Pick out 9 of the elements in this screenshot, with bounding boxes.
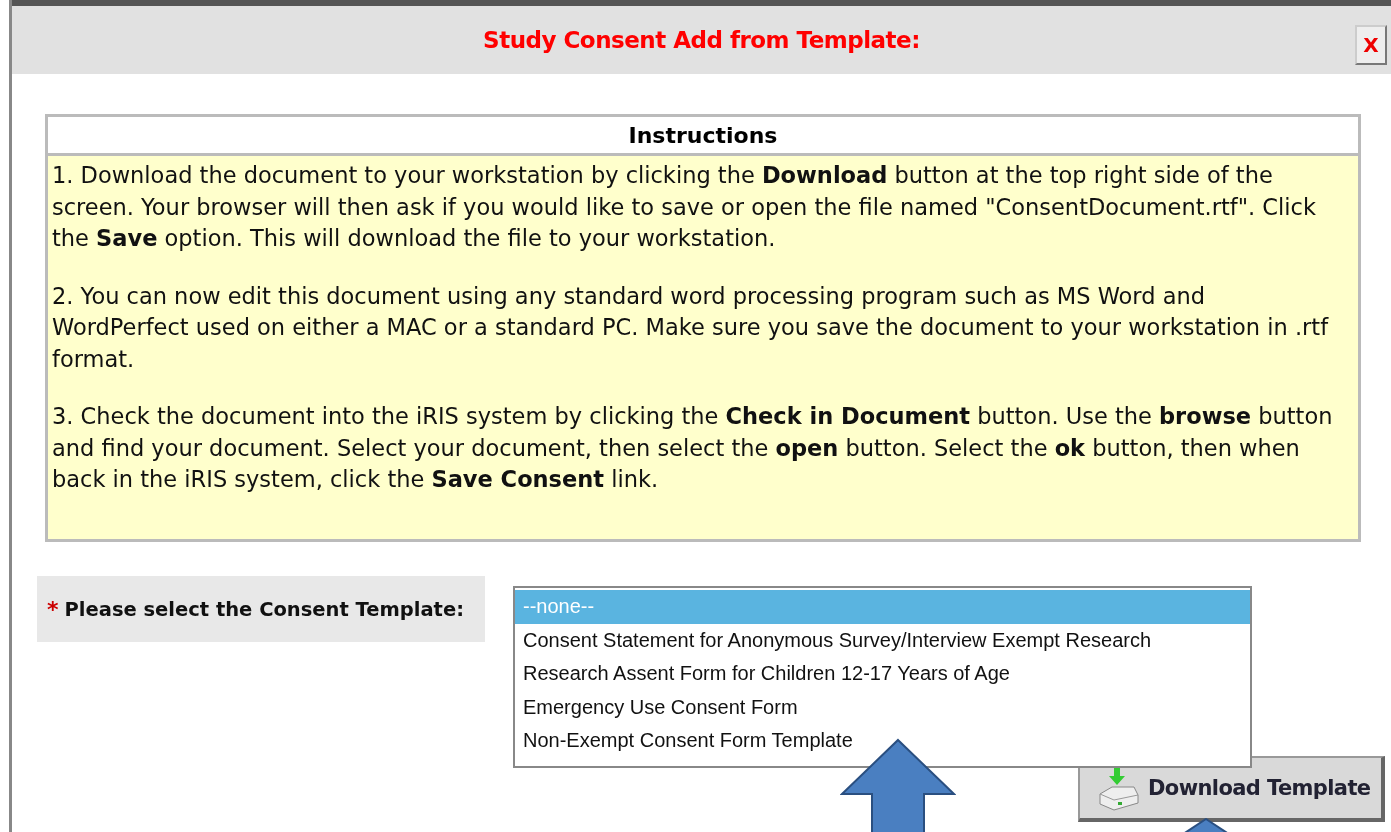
- instruction-paragraph: 2. You can now edit this document using any standard word processing program such as MS Word and WordPerfect used on either a MAC or a standard PC. Make sure you save the document to your workstation in .rtf format.: [52, 281, 1330, 374]
- dialog-title: Study Consent Add from Template:: [483, 27, 920, 53]
- instruction-paragraph: 3. Check the document into the iRIS system by clicking the Check in Document button. Use the browse button and find your document. Select your document, then select the open button. Select the ok button, then when back in the iRIS system, click the Save Consent link.: [52, 402, 1334, 494]
- close-button[interactable]: X: [1355, 25, 1387, 65]
- download-template-button[interactable]: Download Template: [1078, 756, 1385, 822]
- required-mark: *: [47, 596, 59, 622]
- template-dropdown-menu[interactable]: --none-- Consent Statement for Anonymous Survey/Interview Exempt Research Research Assent Form for Children 12-17 Years of Age Emergency Use Consent Form Non-Exempt Consent Form Template: [513, 586, 1252, 768]
- field-label: Please select the Consent Template:: [64, 597, 464, 621]
- instruction-paragraph: 1. Download the document to your workstation by clicking the Download button at the top right side of the screen. Your browser will then ask if you would like to save or open the file named "ConsentDocument.rtf". Click the Save option. This will download the file to your workstation.: [52, 161, 1317, 253]
